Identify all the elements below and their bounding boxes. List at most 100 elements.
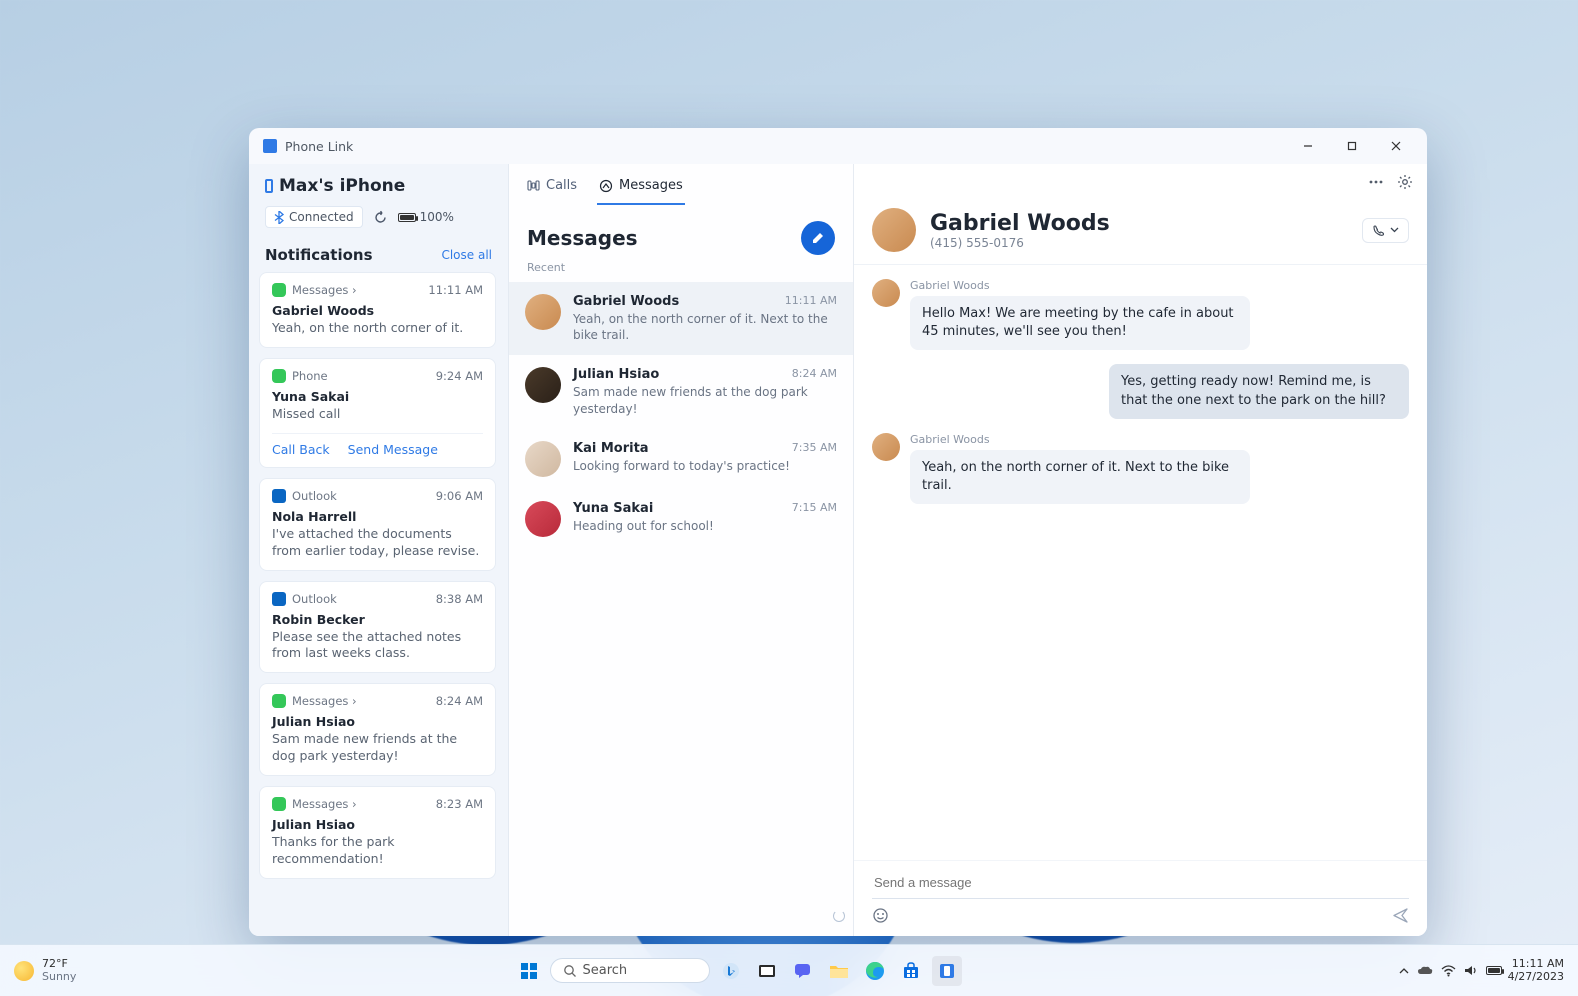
contact-name: Gabriel Woods (930, 211, 1110, 236)
message-sender-label: Gabriel Woods (910, 433, 1250, 446)
conversation-list: Gabriel Woods11:11 AMYeah, on the north … (509, 282, 853, 936)
conversation-item[interactable]: Kai Morita7:35 AMLooking forward to toda… (509, 429, 853, 489)
notifications-list[interactable]: Messages ›11:11 AMGabriel WoodsYeah, on … (259, 272, 498, 928)
notification-app: Messages › (272, 694, 357, 708)
taskbar-clock[interactable]: 11:11 AM 4/27/2023 (1508, 958, 1564, 983)
send-button[interactable] (1392, 907, 1409, 924)
emoji-button[interactable] (872, 907, 889, 924)
conversation-item[interactable]: Yuna Sakai7:15 AMHeading out for school! (509, 489, 853, 549)
weather-cond: Sunny (42, 971, 76, 983)
tab-calls[interactable]: Calls (525, 172, 579, 205)
notification-time: 9:06 AM (436, 489, 483, 503)
taskbar-phonelink-button[interactable] (932, 956, 962, 986)
notification-body: I've attached the documents from earlier… (272, 526, 483, 560)
conversation-snippet: Heading out for school! (573, 518, 837, 534)
notification-card[interactable]: Messages ›8:24 AMJulian HsiaoSam made ne… (259, 683, 496, 776)
connection-status[interactable]: Connected (265, 206, 363, 228)
notification-sender: Yuna Sakai (272, 389, 483, 404)
taskbar-chat-button[interactable] (788, 956, 818, 986)
taskbar-bing-button[interactable] (716, 956, 746, 986)
message-bubble: Hello Max! We are meeting by the cafe in… (910, 296, 1250, 350)
notification-time: 8:38 AM (436, 592, 483, 606)
device-name: Max's iPhone (259, 172, 498, 206)
refresh-button[interactable] (373, 210, 388, 225)
notification-card[interactable]: Phone 9:24 AMYuna SakaiMissed callCall B… (259, 358, 496, 468)
notification-card[interactable]: Messages ›8:23 AMJulian HsiaoThanks for … (259, 786, 496, 879)
taskbar-explorer-button[interactable] (824, 956, 854, 986)
notification-body: Sam made new friends at the dog park yes… (272, 731, 483, 765)
tab-messages[interactable]: Messages (597, 172, 685, 205)
onedrive-icon (1417, 965, 1433, 977)
start-button[interactable] (514, 956, 544, 986)
more-button[interactable] (1369, 180, 1383, 184)
outlook-app-icon (272, 592, 286, 606)
notification-app: Phone (272, 369, 328, 383)
phone-app-icon (272, 369, 286, 383)
compose-button[interactable] (801, 221, 835, 255)
tray-battery-icon (1486, 966, 1502, 975)
message-avatar (872, 433, 900, 461)
weather-temp: 72°F (42, 958, 76, 970)
conversation-snippet: Sam made new friends at the dog park yes… (573, 384, 837, 416)
taskbar-edge-button[interactable] (860, 956, 890, 986)
clock-date: 4/27/2023 (1508, 971, 1564, 984)
close-all-button[interactable]: Close all (441, 248, 492, 262)
window-maximize-button[interactable] (1331, 132, 1373, 160)
window-minimize-button[interactable] (1287, 132, 1329, 160)
notification-time: 8:23 AM (436, 797, 483, 811)
conversation-item[interactable]: Gabriel Woods11:11 AMYeah, on the north … (509, 282, 853, 355)
app-icon (263, 139, 277, 153)
weather-icon (14, 961, 34, 981)
battery-icon (398, 213, 416, 222)
notification-time: 11:11 AM (428, 283, 483, 297)
chat-body[interactable]: Gabriel Woods Hello Max! We are meeting b… (854, 265, 1427, 860)
taskbar-search[interactable]: Search (550, 958, 710, 983)
notification-actions: Call Back Send Message (272, 433, 483, 457)
conversation-name: Yuna Sakai (573, 501, 653, 516)
notification-action[interactable]: Call Back (272, 442, 330, 457)
message-input[interactable] (872, 867, 1409, 899)
taskbar-store-button[interactable] (896, 956, 926, 986)
battery-percent: 100% (420, 210, 454, 224)
system-tray[interactable] (1399, 964, 1502, 977)
tabs: Calls Messages (525, 172, 685, 205)
window-close-button[interactable] (1375, 132, 1417, 160)
notification-sender: Robin Becker (272, 612, 483, 627)
messages-tab-icon (599, 179, 613, 193)
taskbar-taskview-button[interactable] (752, 956, 782, 986)
notification-app-label: Outlook (292, 592, 337, 606)
message-bubble: Yeah, on the north corner of it. Next to… (910, 450, 1250, 504)
call-dropdown[interactable] (1362, 218, 1409, 243)
taskbar-weather[interactable]: 72°F Sunny (14, 958, 76, 982)
message-sent: Yes, getting ready now! Remind me, is th… (872, 364, 1409, 418)
notification-card[interactable]: Outlook 9:06 AMNola HarrellI've attached… (259, 478, 496, 571)
connection-row: Connected 100% (259, 206, 498, 240)
notification-time: 9:24 AM (436, 369, 483, 383)
notification-sender: Julian Hsiao (272, 817, 483, 832)
notification-app: Messages › (272, 797, 357, 811)
chat-footer (854, 860, 1427, 936)
wifi-icon (1441, 965, 1456, 977)
notification-action[interactable]: Send Message (348, 442, 438, 457)
notifications-header: Notifications Close all (259, 240, 498, 272)
right-toolbar (854, 164, 1427, 200)
settings-button[interactable] (1397, 174, 1413, 190)
notification-sender: Julian Hsiao (272, 714, 483, 729)
conversation-avatar (525, 294, 561, 330)
middle-pane: Calls Messages Messages Recent Gabriel W… (509, 164, 854, 936)
conversation-time: 8:24 AM (792, 367, 837, 382)
notification-app-label: Messages › (292, 797, 357, 811)
conversation-name: Kai Morita (573, 441, 649, 456)
message-avatar (872, 279, 900, 307)
contact-avatar (872, 208, 916, 252)
notification-card[interactable]: Messages ›11:11 AMGabriel WoodsYeah, on … (259, 272, 496, 348)
recent-label: Recent (509, 259, 853, 282)
conversation-item[interactable]: Julian Hsiao8:24 AMSam made new friends … (509, 355, 853, 428)
notification-app: Messages › (272, 283, 357, 297)
chevron-down-icon (1390, 227, 1399, 233)
right-pane: Gabriel Woods (415) 555-0176 Gabriel Woo… (854, 164, 1427, 936)
message-sender-label: Gabriel Woods (910, 279, 1250, 292)
notification-card[interactable]: Outlook 8:38 AMRobin BeckerPlease see th… (259, 581, 496, 674)
battery-indicator: 100% (398, 210, 454, 224)
conversation-time: 7:35 AM (792, 441, 837, 456)
